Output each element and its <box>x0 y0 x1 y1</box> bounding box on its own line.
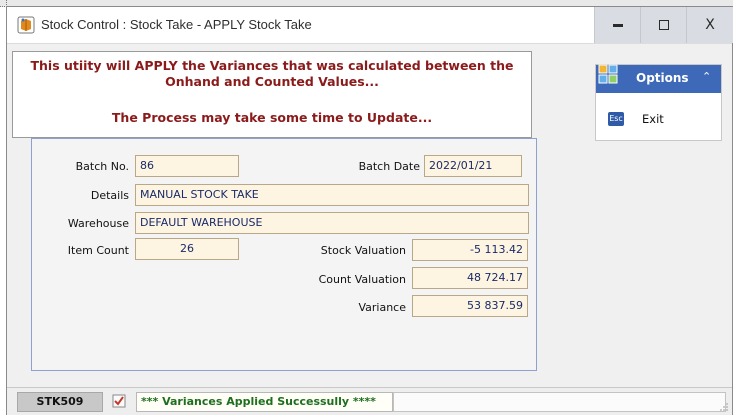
status-empty-pane <box>393 392 726 412</box>
window-title: Stock Control : Stock Take - APPLY Stock… <box>41 17 312 32</box>
maximize-button[interactable] <box>640 7 687 43</box>
stock-take-window: Stock Control : Stock Take - APPLY Stock… <box>6 6 733 415</box>
esc-key-icon: Esc <box>608 112 624 126</box>
minimize-button[interactable] <box>594 7 641 43</box>
warehouse-label: Warehouse <box>67 217 129 230</box>
stock-valuation-label: Stock Valuation <box>320 244 406 257</box>
status-bar: STK509 *** Variances Applied Successully… <box>7 387 732 415</box>
exit-label: Exit <box>642 112 664 126</box>
options-panel: Options ⌃ Esc Exit <box>595 64 722 141</box>
details-field[interactable]: MANUAL STOCK TAKE <box>135 184 529 206</box>
resize-grip-icon[interactable] <box>719 402 729 412</box>
variance-label: Variance <box>358 301 406 314</box>
details-label: Details <box>90 189 129 202</box>
close-button[interactable]: X <box>686 7 733 43</box>
batch-no-label: Batch No. <box>75 160 129 173</box>
checklist-icon <box>112 394 126 408</box>
program-code: STK509 <box>17 392 103 412</box>
close-icon: X <box>705 17 715 33</box>
count-valuation-label: Count Valuation <box>318 273 406 286</box>
item-count-field[interactable]: 26 <box>135 238 239 260</box>
warehouse-field[interactable]: DEFAULT WAREHOUSE <box>135 212 529 234</box>
app-icon <box>17 16 35 34</box>
notice-line-2: Onhand and Counted Values... <box>165 74 379 89</box>
chevron-double-up-icon[interactable]: ⌃ <box>702 70 711 83</box>
count-valuation-field[interactable]: 48 724.17 <box>412 267 528 289</box>
status-message: *** Variances Applied Successully **** <box>136 392 393 412</box>
options-title: Options <box>636 71 689 85</box>
notice-line-1: This utiity will APPLY the Variances tha… <box>30 58 514 73</box>
stock-valuation-field[interactable]: -5 113.42 <box>412 239 528 261</box>
maximize-icon <box>659 20 669 30</box>
minimize-icon <box>613 23 623 27</box>
notice-line-3: The Process may take some time to Update… <box>111 110 433 125</box>
batch-date-field[interactable]: 2022/01/21 <box>424 155 522 177</box>
batch-no-field[interactable]: 86 <box>135 155 239 177</box>
exit-menu-item[interactable]: Esc Exit <box>600 109 710 131</box>
title-bar[interactable]: Stock Control : Stock Take - APPLY Stock… <box>7 7 733 44</box>
notice-panel: This utiity will APPLY the Variances tha… <box>12 51 532 138</box>
batch-details-form: Batch No. 86 Batch Date 2022/01/21 Detai… <box>31 138 537 371</box>
options-grid-icon <box>598 64 618 84</box>
options-header[interactable]: Options ⌃ <box>596 64 721 93</box>
variance-field[interactable]: 53 837.59 <box>412 295 528 317</box>
batch-date-label: Batch Date <box>358 160 420 173</box>
item-count-label: Item Count <box>67 244 129 257</box>
